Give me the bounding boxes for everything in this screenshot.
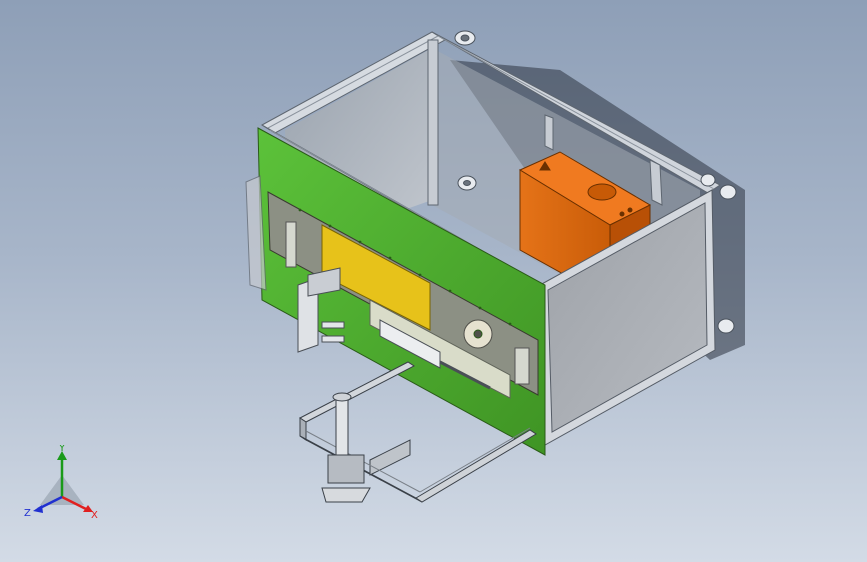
assembly-3d-view[interactable] — [0, 0, 867, 562]
cad-viewport[interactable]: Y X Z — [0, 0, 867, 562]
z-axis-arrow-icon — [33, 505, 43, 513]
x-axis-label: X — [91, 510, 98, 521]
coordinate-triad: Y X Z — [24, 445, 98, 521]
z-axis-label: Z — [24, 508, 31, 519]
y-axis-label: Y — [58, 445, 66, 454]
